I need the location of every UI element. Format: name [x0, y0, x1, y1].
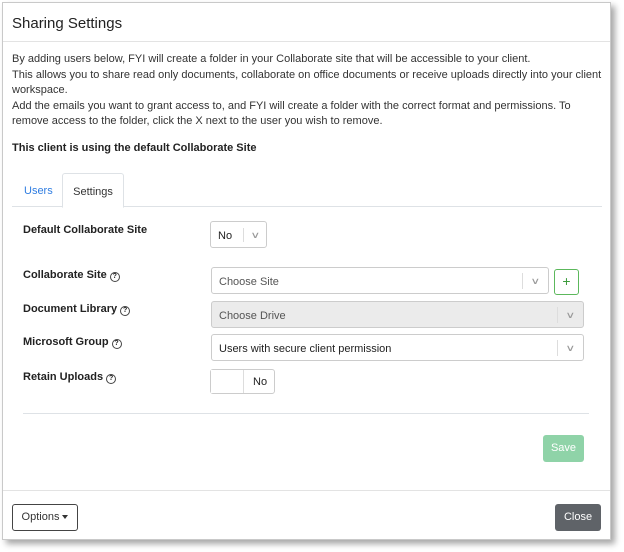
retain-uploads-value: No: [253, 376, 268, 388]
select-separator: [243, 228, 244, 242]
collab-site-placeholder: Choose Site: [219, 276, 279, 288]
intro-line: Add the emails you want to grant access …: [12, 99, 571, 128]
collab-site-select[interactable]: Choose Site ∨: [211, 267, 549, 294]
help-circle-icon[interactable]: ?: [120, 306, 131, 316]
caret-down-icon: [62, 515, 69, 520]
dialog-footer: Options Close: [3, 490, 610, 540]
close-button[interactable]: Close: [555, 504, 601, 531]
ms-group-label: Microsoft Group?: [23, 336, 122, 349]
ms-group-select[interactable]: Users with secure client permission ∨: [211, 334, 584, 361]
save-button[interactable]: Save: [543, 435, 584, 462]
select-separator: [522, 273, 523, 289]
help-circle-icon[interactable]: ?: [111, 339, 122, 349]
chevron-down-icon: ∨: [565, 310, 576, 320]
default-site-value: No: [218, 230, 233, 242]
tab-bar: Users Settings: [12, 173, 602, 208]
default-site-label: Default Collaborate Site: [23, 224, 148, 236]
default-site-select[interactable]: No ∨: [210, 221, 267, 248]
collab-site-label: Collaborate Site?: [23, 269, 120, 282]
help-circle-icon[interactable]: ?: [106, 374, 117, 384]
help-circle-icon[interactable]: ?: [109, 272, 120, 282]
collab-site-label-text: Collaborate Site: [23, 269, 107, 281]
ms-group-value: Users with secure client permission: [219, 343, 392, 355]
default-site-notice: This client is using the default Collabo…: [12, 142, 257, 154]
select-separator: [557, 340, 558, 356]
retain-uploads-label: Retain Uploads?: [23, 371, 117, 384]
doc-library-label-text: Document Library: [23, 303, 118, 315]
chevron-down-icon: ∨: [530, 276, 541, 286]
retain-uploads-toggle[interactable]: No: [210, 369, 275, 394]
toggle-knob: [211, 370, 244, 393]
chevron-down-icon: ∨: [250, 230, 261, 240]
tab-settings[interactable]: Settings: [62, 173, 124, 208]
dialog-header: Sharing Settings: [3, 3, 610, 42]
select-separator: [557, 307, 558, 323]
doc-library-placeholder: Choose Drive: [219, 310, 286, 322]
tab-users[interactable]: Users: [24, 173, 53, 207]
ms-group-label-text: Microsoft Group: [23, 336, 109, 348]
intro-line: This allows you to share read only docum…: [12, 68, 602, 97]
intro-line: By adding users below, FYI will create a…: [12, 53, 531, 65]
doc-library-label: Document Library?: [23, 303, 131, 316]
options-dropdown-button[interactable]: Options: [12, 504, 78, 531]
plus-icon: +: [562, 273, 571, 289]
sharing-settings-dialog: Sharing Settings By adding users below, …: [2, 2, 611, 540]
options-label: Options: [21, 511, 60, 523]
chevron-down-icon: ∨: [565, 343, 576, 353]
retain-uploads-label-text: Retain Uploads: [23, 371, 104, 383]
intro-text: By adding users below, FYI will create a…: [12, 52, 606, 130]
dialog-title: Sharing Settings: [12, 15, 123, 32]
doc-library-select[interactable]: Choose Drive ∨: [211, 301, 584, 328]
form-divider: [23, 413, 589, 414]
add-site-button[interactable]: +: [554, 269, 579, 295]
